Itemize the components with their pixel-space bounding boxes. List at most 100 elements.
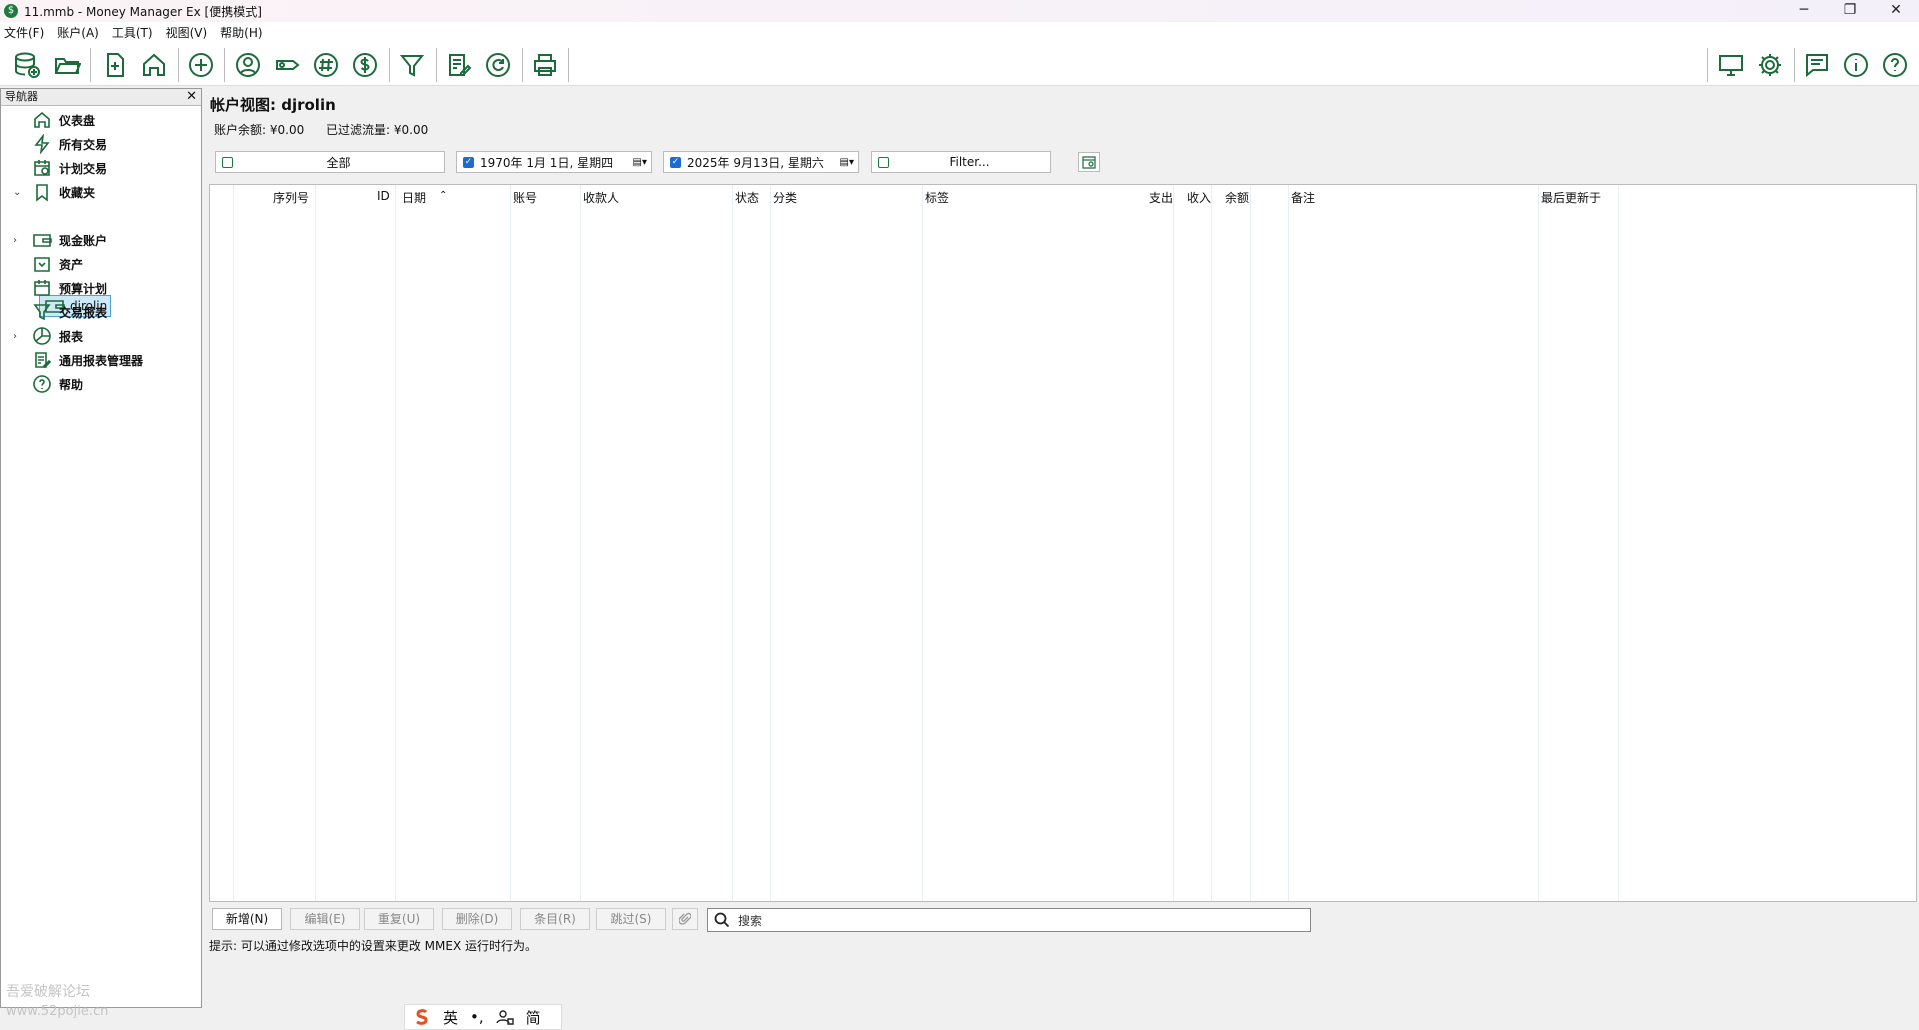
nav-reports[interactable]: › 报表 [1,325,201,347]
column-header-withdrawal[interactable]: 支出 [1149,189,1173,206]
navigator-panel: 导航器 ✕ 仪表盘 所有交易 计划交易 ⌄ 收藏夹 djrolin › 现金账户… [0,88,202,1008]
ime-user-icon[interactable] [495,1009,514,1025]
account-view-title: 帐户视图: djrolin [210,96,336,114]
date-to-picker[interactable]: ✓ 2025年 9月13日, 星期六 ▤▾ [663,151,859,173]
chevron-right-icon[interactable]: › [13,235,23,246]
status-filter-all[interactable]: 全部 [215,151,445,173]
feedback-icon[interactable] [1801,49,1833,81]
currency-icon[interactable] [349,49,381,81]
lightning-icon [32,133,52,155]
close-button[interactable]: ✕ [1873,0,1919,22]
window-title: 11.mmb - Money Manager Ex [便携模式] [24,4,262,19]
navigator-header: 导航器 ✕ [1,89,201,106]
monitor-icon[interactable] [1715,49,1747,81]
menu-tools[interactable]: 工具(T) [112,24,153,41]
date-to-checkbox[interactable]: ✓ [670,156,681,168]
nav-cash-accounts[interactable]: › 现金账户 [1,229,201,251]
open-folder-icon[interactable] [51,49,83,81]
calendar-dropdown-icon[interactable]: ▤▾ [633,157,647,168]
watermark: 吾爱破解论坛 www.52pojie.cn [6,984,109,1019]
home-icon [32,110,52,130]
filter-icon[interactable] [396,49,428,81]
column-header-id[interactable]: ID [377,189,390,203]
info-icon[interactable] [1840,49,1872,81]
search-input[interactable]: 搜索 [707,908,1311,932]
menu-view[interactable]: 视图(V) [166,24,208,41]
menu-account[interactable]: 账户(A) [57,24,99,41]
calendar-icon [1082,156,1096,169]
sogou-icon[interactable] [413,1008,431,1026]
chevron-down-icon[interactable]: ⌄ [13,187,23,198]
nav-scheduled-transactions[interactable]: 计划交易 [1,157,201,179]
close-navigator-icon[interactable]: ✕ [186,89,197,105]
calendar-clock-icon [32,158,52,178]
edit-button[interactable]: 编辑(E) [290,908,360,930]
entry-button[interactable]: 条目(R) [520,908,590,930]
sort-ascending-icon: ⌃ [439,190,448,201]
date-from-picker[interactable]: ✓ 1970年 1月 1日, 星期四 ▤▾ [456,151,652,173]
toolbar [0,42,1919,86]
asset-icon [32,254,52,274]
ime-simplified-toggle[interactable]: 简 [526,1007,541,1028]
delete-button[interactable]: 删除(D) [442,908,512,930]
ime-english-toggle[interactable]: 英 [443,1007,458,1028]
column-header-category[interactable]: 分类 [773,189,797,206]
attachment-icon[interactable] [672,908,698,930]
filtered-flow: 已过滤流量: ¥0.00 [326,123,429,137]
nav-all-transactions[interactable]: 所有交易 [1,133,201,155]
column-header-account[interactable]: 账号 [513,189,537,206]
nav-transaction-report[interactable]: 交易报表 [1,301,201,323]
search-placeholder: 搜索 [738,913,763,928]
home-icon[interactable] [138,49,170,81]
new-database-icon[interactable] [11,49,43,81]
skip-button[interactable]: 跳过(S) [596,908,666,930]
help-icon[interactable] [1879,49,1911,81]
nav-budget[interactable]: 预算计划 [1,277,201,299]
hash-icon[interactable] [310,49,342,81]
transaction-filter[interactable]: Filter... [871,151,1051,173]
all-checkbox[interactable] [222,156,233,168]
menu-help[interactable]: 帮助(H) [220,24,262,41]
tip-text: 提示: 可以通过修改选项中的设置来更改 MMEX 运行时行为。 [209,939,537,953]
nav-favorites[interactable]: ⌄ 收藏夹 [1,181,201,203]
ime-toolbar[interactable]: 英 •, 简 [404,1004,562,1030]
chevron-right-icon[interactable]: › [13,331,23,342]
column-header-deposit[interactable]: 收入 [1187,189,1211,206]
restore-button[interactable]: ❐ [1827,0,1873,22]
new-file-icon[interactable] [99,49,131,81]
new-button[interactable]: 新增(N) [212,908,282,930]
app-icon: $ [4,4,18,18]
nav-general-report-manager[interactable]: 通用报表管理器 [1,349,201,371]
column-header-serial[interactable]: 序列号 [273,189,309,206]
gear-icon[interactable] [1754,49,1786,81]
nav-dashboard[interactable]: 仪表盘 [1,109,201,131]
balances-row: 账户余额: ¥0.00 已过滤流量: ¥0.00 [214,121,446,138]
column-header-balance[interactable]: 余额 [1225,189,1249,206]
add-transaction-icon[interactable] [185,49,217,81]
payee-icon[interactable] [232,49,264,81]
minimize-button[interactable]: ─ [1781,0,1827,22]
transactions-table[interactable]: 序列号 ID 日期 ⌃ 账号 收款人 状态 分类 标签 支出 收入 余额 备注 … [209,184,1917,902]
report-edit-icon [32,350,52,370]
print-icon[interactable] [529,49,561,81]
filter-checkbox[interactable] [878,156,889,168]
column-header-notes[interactable]: 备注 [1291,189,1315,206]
refresh-icon[interactable] [482,49,514,81]
filter-icon [32,302,52,322]
column-header-payee[interactable]: 收款人 [583,189,619,206]
help-icon [32,374,52,394]
column-header-tags[interactable]: 标签 [925,189,949,206]
ime-punctuation-toggle[interactable]: •, [470,1008,484,1026]
column-header-status[interactable]: 状态 [735,189,759,206]
nav-help[interactable]: 帮助 [1,373,201,395]
tag-icon[interactable] [271,49,303,81]
calendar-dropdown-icon[interactable]: ▤▾ [840,157,854,168]
nav-assets[interactable]: 资产 [1,253,201,275]
report-edit-icon[interactable] [443,49,475,81]
column-header-last-updated[interactable]: 最后更新于 [1541,189,1601,206]
date-from-checkbox[interactable]: ✓ [463,156,474,168]
column-header-date[interactable]: 日期 [402,189,426,206]
menu-file[interactable]: 文件(F) [4,24,44,41]
date-range-button[interactable] [1078,152,1100,172]
duplicate-button[interactable]: 重复(U) [364,908,434,930]
